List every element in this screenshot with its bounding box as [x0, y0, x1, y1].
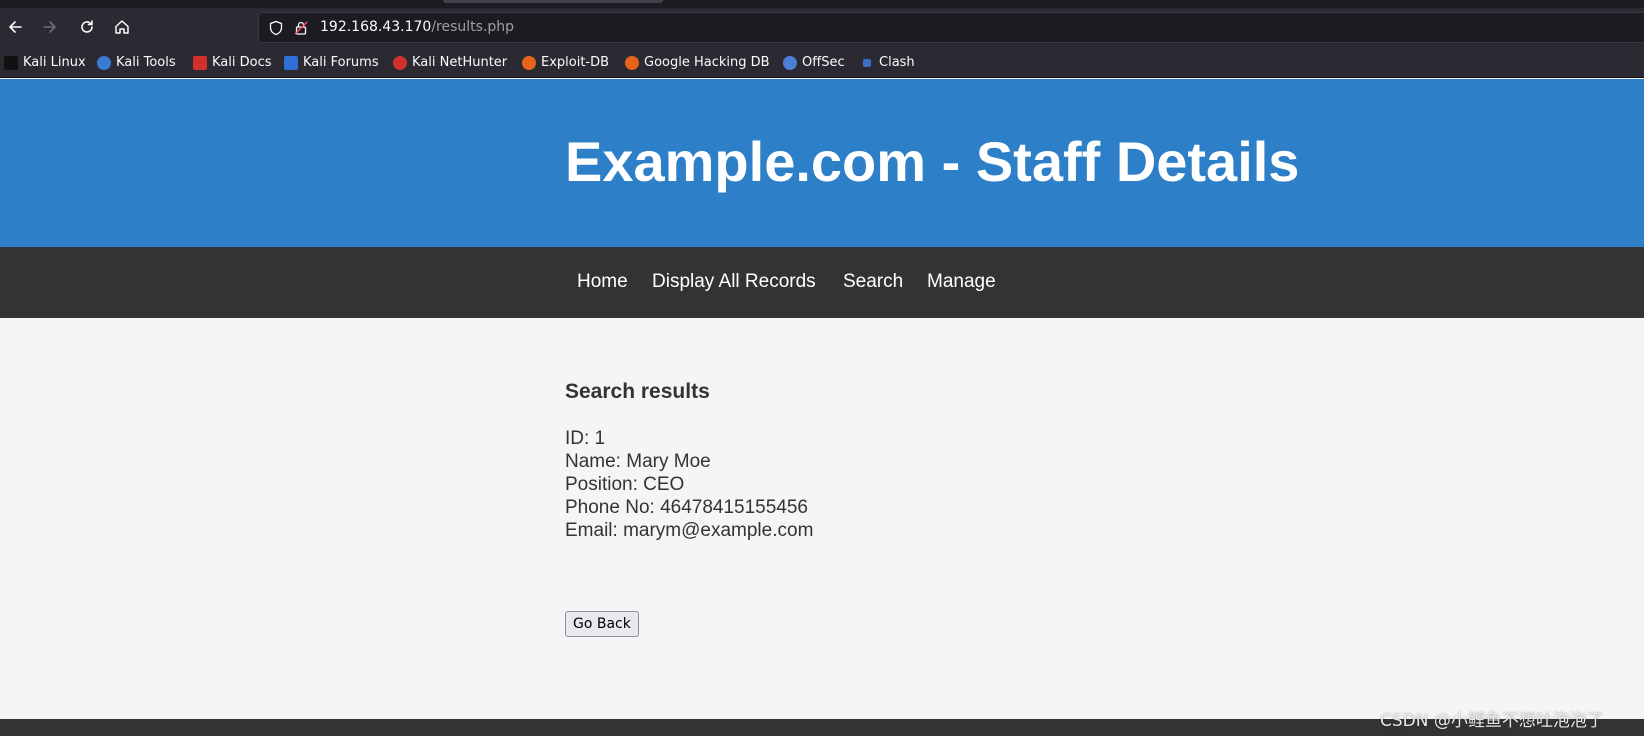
bookmark-kali-forums[interactable]: Kali Forums — [284, 54, 379, 71]
forward-button[interactable] — [39, 16, 61, 38]
bookmarks-toolbar: Kali Linux Kali Tools Kali Docs Kali For… — [0, 46, 1644, 78]
browser-navigation-toolbar: 192.168.43.170/results.php — [0, 8, 1644, 46]
kali-forums-icon — [284, 55, 298, 70]
nav-display-all-records-link[interactable]: Display All Records — [652, 271, 816, 293]
kali-tools-icon — [97, 55, 111, 70]
bookmark-label: OffSec — [802, 55, 845, 70]
kali-nethunter-icon — [393, 55, 407, 70]
bookmark-label: Kali Forums — [303, 55, 379, 70]
ghdb-icon — [625, 55, 639, 70]
home-button[interactable] — [111, 16, 133, 38]
search-result-record: ID: 1 Name: Mary Moe Position: CEO Phone… — [565, 427, 813, 542]
site-header: Example.com - Staff Details — [0, 79, 1644, 247]
watermark-text: CSDN @小鲤鱼不想吐泡泡了 — [1380, 711, 1604, 731]
bookmark-offsec[interactable]: OffSec — [783, 54, 845, 71]
kali-docs-icon — [193, 55, 207, 70]
nav-home-link[interactable]: Home — [577, 271, 628, 293]
main-content: Search results ID: 1 Name: Mary Moe Posi… — [0, 318, 1644, 719]
bookmark-label: Kali NetHunter — [412, 55, 508, 70]
record-position: Position: CEO — [565, 474, 685, 495]
bookmark-label: Google Hacking DB — [644, 55, 770, 70]
record-email: Email: marym@example.com — [565, 520, 814, 541]
reload-icon — [81, 20, 93, 33]
nav-search-link[interactable]: Search — [843, 271, 903, 293]
bookmark-label: Kali Linux — [23, 55, 86, 70]
exploit-db-icon — [522, 55, 536, 70]
record-id: ID: 1 — [565, 428, 606, 449]
url-host: 192.168.43.170 — [320, 19, 432, 35]
results-heading: Search results — [565, 380, 710, 403]
browser-tab[interactable] — [443, 0, 663, 3]
bookmark-kali-linux[interactable]: Kali Linux — [4, 54, 86, 71]
url-path: /results.php — [431, 19, 515, 35]
bookmark-label: Kali Tools — [116, 55, 176, 70]
url-text[interactable]: 192.168.43.170/results.php — [320, 19, 514, 35]
arrow-right-icon — [43, 21, 56, 33]
bookmark-clash[interactable]: Clash — [860, 54, 915, 71]
bookmark-label: Exploit-DB — [541, 55, 610, 70]
shield-icon[interactable] — [268, 20, 284, 36]
page-title: Example.com - Staff Details — [565, 130, 1300, 193]
reload-button[interactable] — [76, 16, 98, 38]
nav-manage-link[interactable]: Manage — [927, 271, 996, 293]
bookmark-exploit-db[interactable]: Exploit-DB — [522, 54, 609, 71]
bookmark-google-hacking-db[interactable]: Google Hacking DB — [625, 54, 770, 71]
bookmark-label: Clash — [879, 55, 915, 70]
insecure-lock-icon[interactable] — [293, 20, 309, 36]
browser-tab-strip — [0, 0, 1644, 8]
arrow-left-icon — [9, 21, 22, 33]
bookmark-label: Kali Docs — [212, 55, 272, 70]
back-button[interactable] — [4, 16, 26, 38]
offsec-icon — [783, 55, 797, 70]
site-navigation: Home Display All Records Search Manage — [0, 247, 1644, 318]
record-name: Name: Mary Moe — [565, 451, 711, 472]
record-phone: Phone No: 46478415155456 — [565, 497, 809, 518]
bookmark-kali-tools[interactable]: Kali Tools — [97, 54, 176, 71]
url-bar[interactable]: 192.168.43.170/results.php — [258, 12, 1644, 43]
bookmark-kali-docs[interactable]: Kali Docs — [193, 54, 272, 71]
bookmark-kali-nethunter[interactable]: Kali NetHunter — [393, 54, 507, 71]
go-back-button[interactable]: Go Back — [565, 611, 639, 637]
clash-icon — [863, 58, 871, 67]
home-icon — [115, 20, 129, 34]
kali-dragon-icon — [4, 55, 18, 70]
